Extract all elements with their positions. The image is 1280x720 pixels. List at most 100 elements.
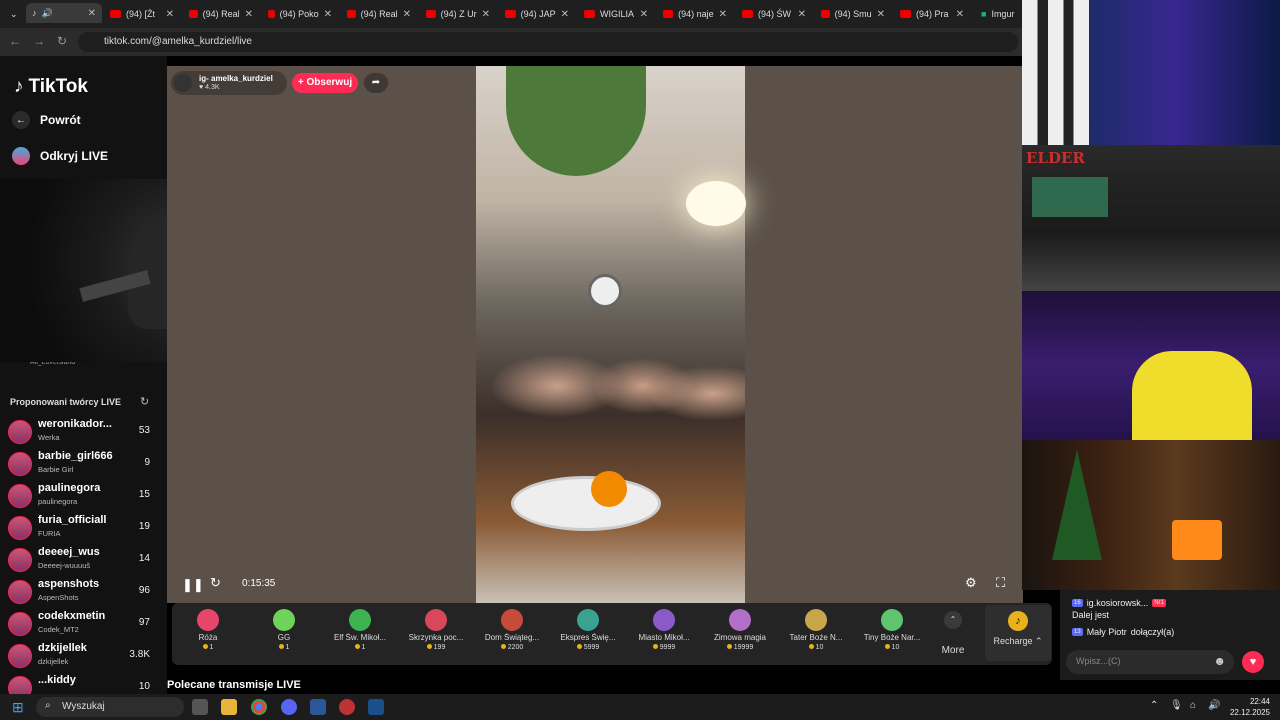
browser-tab[interactable]: (94) Z Ur ✕ xyxy=(420,4,496,24)
reload-icon[interactable]: ↻ xyxy=(57,34,67,48)
microphone-icon[interactable]: 🎙 xyxy=(1170,700,1183,711)
gg-gift-icon xyxy=(273,609,295,631)
creator-item[interactable]: deeeej_wus Deeeej-wuuuuš 14 xyxy=(8,545,160,575)
gift-item[interactable]: Elf Św. Mikoł... 1 xyxy=(324,603,396,665)
gift-item[interactable]: Skrzynka poc... 199 xyxy=(400,603,472,665)
imgur-icon: ■ xyxy=(981,9,987,19)
volume-icon[interactable]: 🔊 xyxy=(1208,700,1220,711)
system-clock[interactable]: 22:44 22.12.2025 xyxy=(1230,696,1270,718)
browser-tab[interactable]: (94) naje ✕ xyxy=(657,4,733,24)
obs-icon[interactable] xyxy=(339,699,355,715)
url-field[interactable]: tiktok.com/@amelka_kurdziel/live xyxy=(78,32,1018,52)
network-icon[interactable]: ⌂ xyxy=(1190,700,1196,711)
gift-item[interactable]: Ekspres Świę... 5999 xyxy=(552,603,624,665)
recharge-button[interactable]: ♪ Recharge ⌃ xyxy=(985,605,1051,661)
close-tab-icon[interactable]: ✕ xyxy=(245,9,253,20)
fullscreen-icon[interactable]: ⛶ xyxy=(996,575,1005,591)
tab-search-menu[interactable]: ⌄ xyxy=(4,4,22,24)
app-icon[interactable] xyxy=(310,699,326,715)
tiktok-icon: ♪ xyxy=(32,8,37,18)
ceiling-lamp xyxy=(686,181,746,226)
browser-tab[interactable]: (94) Smu ✕ xyxy=(815,4,891,24)
city-gift-icon xyxy=(653,609,675,631)
browser-tab[interactable]: (94) ŚW ✕ xyxy=(736,4,812,24)
close-tab-icon[interactable]: ✕ xyxy=(561,9,569,20)
webcam-top xyxy=(1022,0,1280,145)
close-tab-icon[interactable]: ✕ xyxy=(482,9,490,20)
windows-start-icon[interactable]: ⊞ xyxy=(12,699,24,716)
creator-item[interactable]: weronikador... Werka 53 xyxy=(8,417,160,447)
pause-icon[interactable]: ❚❚ xyxy=(182,577,204,593)
live-video[interactable] xyxy=(476,66,746,603)
webcam-overlays: ELDER xyxy=(1022,0,1280,590)
chevron-up-icon: ⌃ xyxy=(944,611,962,629)
creator-item[interactable]: codekxmetin Codek_MT2 97 xyxy=(8,609,160,639)
close-tab-icon[interactable]: ✕ xyxy=(798,9,806,20)
refresh-icon[interactable]: ↻ xyxy=(210,575,221,591)
chevron-up-icon[interactable]: ⌃ xyxy=(1150,700,1158,711)
mailbox-gift-icon xyxy=(425,609,447,631)
creator-item[interactable]: ...kiddy 10 xyxy=(8,673,160,694)
avatar xyxy=(8,612,32,636)
avatar xyxy=(8,484,32,508)
gift-item[interactable]: Tater Boże N... 10 xyxy=(780,603,852,665)
browser-tab[interactable]: (94) [Źt ✕ xyxy=(104,4,180,24)
close-tab-icon[interactable]: ✕ xyxy=(324,9,332,20)
gift-item[interactable]: Zimowa magia 19999 xyxy=(704,603,776,665)
back-link[interactable]: ← Powrót xyxy=(12,111,81,129)
gift-item[interactable]: Dom Świąteg... 2200 xyxy=(476,603,548,665)
avatar xyxy=(8,676,32,694)
chrome-icon[interactable] xyxy=(251,699,267,715)
chat-message-text: Dalej jest xyxy=(1072,610,1110,620)
close-tab-icon[interactable]: ✕ xyxy=(719,9,727,20)
browser-tab[interactable]: (94) JAP ✕ xyxy=(499,4,575,24)
creator-item[interactable]: dzkijellek dzkijellek 3.8K xyxy=(8,641,160,671)
creator-item[interactable]: aspenshots AspenShots 96 xyxy=(8,577,160,607)
file-explorer-icon[interactable] xyxy=(221,699,237,715)
suggested-creators-title: Proponowani twórcy LIVE xyxy=(10,397,122,407)
settings-icon[interactable]: ⚙ xyxy=(965,575,977,591)
plant-leaf xyxy=(506,66,646,176)
like-heart-button[interactable]: ♥ xyxy=(1242,651,1264,673)
browser-tab[interactable]: (94) Poko ✕ xyxy=(262,4,338,24)
browser-tab[interactable]: ■ Imgur xyxy=(975,4,1021,24)
host-info[interactable]: ig- amelka_kurdziel ♥ 4.3K xyxy=(171,71,287,95)
forward-arrow-icon[interactable]: → xyxy=(33,34,45,48)
browser-tab[interactable]: WIGILIA ✕ xyxy=(578,4,654,24)
task-view-icon[interactable] xyxy=(192,699,208,715)
follow-button[interactable]: + Obserwuj xyxy=(292,73,358,93)
more-gifts-button[interactable]: ⌃ More xyxy=(932,605,974,661)
chat-input[interactable]: Wpisz...(C) ☻ xyxy=(1066,650,1234,674)
back-arrow-icon[interactable]: ← xyxy=(9,34,21,48)
close-tab-icon[interactable]: ✕ xyxy=(956,9,964,20)
share-icon[interactable]: ➦ xyxy=(364,73,388,93)
youtube-icon xyxy=(505,10,516,18)
tab-active-tiktok[interactable]: ♪ 🔊 ✕ xyxy=(26,3,102,23)
taskbar-search[interactable]: ⌕ Wyszukaj xyxy=(36,697,184,717)
close-tab-icon[interactable]: ✕ xyxy=(877,9,885,20)
close-tab-icon[interactable]: ✕ xyxy=(403,9,411,20)
chat-message: 16 ig.kosiorowsk... Nr1 xyxy=(1072,598,1166,608)
refresh-icon[interactable]: ↻ xyxy=(140,395,149,408)
windows-taskbar: ⊞ ⌕ Wyszukaj ⌃ 🎙 ⌂ 🔊 22:44 22.12.2025 xyxy=(0,694,1280,720)
browser-tab[interactable]: (94) Pra ✕ xyxy=(894,4,970,24)
gift-item[interactable]: GG 1 xyxy=(248,603,320,665)
creator-item[interactable]: furia_officiall FURIA 19 xyxy=(8,513,160,543)
creator-item[interactable]: paulinegora paulinegora 15 xyxy=(8,481,160,511)
steam-icon[interactable] xyxy=(368,699,384,715)
discord-icon[interactable] xyxy=(281,699,297,715)
gift-item[interactable]: Miasto Mikoł... 9999 xyxy=(628,603,700,665)
close-tab-icon[interactable]: ✕ xyxy=(640,9,648,20)
browser-tab[interactable]: (94) Real ✕ xyxy=(341,4,417,24)
tiktok-logo[interactable]: ♪ TikTok xyxy=(14,76,88,98)
discover-live-link[interactable]: Odkryj LIVE xyxy=(12,147,108,165)
close-tab-icon[interactable]: ✕ xyxy=(166,9,174,20)
browser-tab[interactable]: (94) Real ✕ xyxy=(183,4,259,24)
gift-item[interactable]: Róża 1 xyxy=(172,603,244,665)
emoji-icon[interactable]: ☻ xyxy=(1213,654,1226,668)
creator-item[interactable]: barbie_girl666 Barbie Girl 9 xyxy=(8,449,160,479)
avatar xyxy=(8,644,32,668)
close-tab-icon[interactable]: ✕ xyxy=(88,8,96,19)
gift-item[interactable]: Tiny Boże Nar... 10 xyxy=(856,603,928,665)
fruit-bowl xyxy=(511,476,661,531)
